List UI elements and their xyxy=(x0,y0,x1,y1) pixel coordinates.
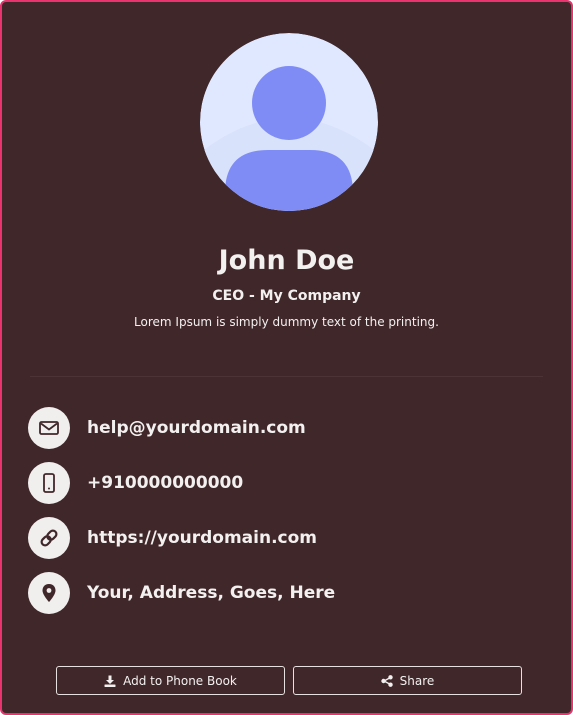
contact-website-text: https://yourdomain.com xyxy=(87,528,317,548)
profile-name: John Doe xyxy=(218,245,355,276)
share-button[interactable]: Share xyxy=(293,666,522,695)
download-icon xyxy=(104,675,116,687)
share-icon xyxy=(380,674,393,687)
add-to-phone-book-label: Add to Phone Book xyxy=(123,673,237,688)
business-card: John Doe CEO - My Company Lorem Ipsum is… xyxy=(0,0,573,715)
contact-phone-text: +910000000000 xyxy=(87,473,244,493)
link-icon xyxy=(28,517,70,559)
contact-address[interactable]: Your, Address, Goes, Here xyxy=(28,572,335,614)
mobile-phone-icon xyxy=(28,462,70,504)
contact-phone[interactable]: +910000000000 xyxy=(28,462,243,504)
map-pin-icon xyxy=(28,572,70,614)
contact-email-text: help@yourdomain.com xyxy=(87,418,306,438)
contact-address-text: Your, Address, Goes, Here xyxy=(87,583,336,603)
add-to-phone-book-button[interactable]: Add to Phone Book xyxy=(56,666,285,695)
contact-website[interactable]: https://yourdomain.com xyxy=(28,517,317,559)
share-label: Share xyxy=(399,673,435,688)
avatar xyxy=(200,33,378,211)
envelope-icon xyxy=(28,407,70,449)
profile-title: CEO - My Company xyxy=(212,288,361,304)
divider xyxy=(30,376,543,377)
profile-bio: Lorem Ipsum is simply dummy text of the … xyxy=(134,315,439,329)
contact-email[interactable]: help@yourdomain.com xyxy=(28,407,306,449)
user-avatar-icon xyxy=(200,33,378,211)
